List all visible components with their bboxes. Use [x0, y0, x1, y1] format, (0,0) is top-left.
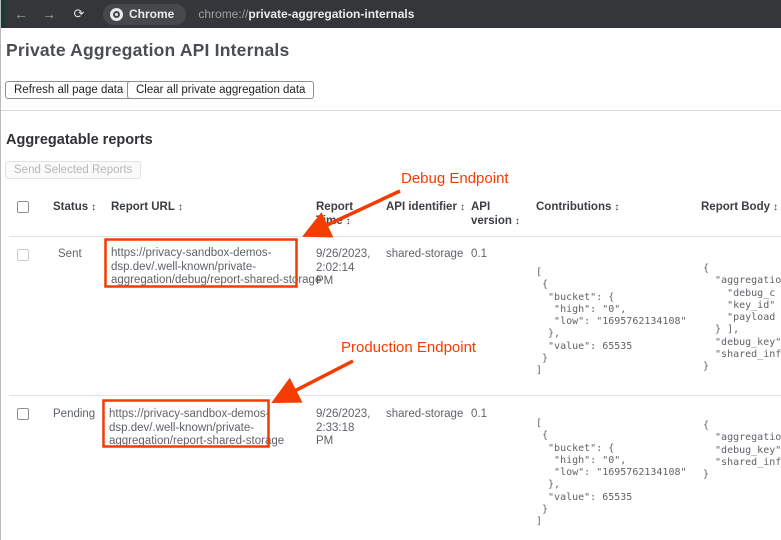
api-identifier-cell: shared-storage	[386, 248, 463, 262]
clear-data-button[interactable]: Clear all private aggregation data	[127, 81, 314, 99]
column-header-status[interactable]: Status↕	[53, 200, 103, 215]
back-icon[interactable]: ←	[9, 0, 33, 28]
report-time-cell: 9/26/2023, 2:02:14 PM	[316, 248, 370, 289]
address-bar[interactable]: chrome://private-aggregation-internals	[198, 7, 414, 21]
contributions-cell: [ { "bucket": { "high": "0", "low": "169…	[536, 418, 687, 529]
production-endpoint-label: Production Endpoint	[341, 339, 477, 356]
browser-toolbar: ← → ⟳ Chrome chrome://private-aggregatio…	[1, 0, 781, 28]
forward-icon[interactable]: →	[37, 0, 61, 28]
status-cell: Sent	[58, 248, 82, 262]
column-header-contributions[interactable]: Contributions↕	[536, 200, 646, 215]
refresh-all-button[interactable]: Refresh all page data	[5, 81, 132, 99]
column-header-api-version[interactable]: API version↕	[471, 200, 521, 229]
row-checkbox[interactable]	[17, 408, 29, 420]
page-title: Private Aggregation API Internals	[6, 40, 289, 61]
screen: ← → ⟳ Chrome chrome://private-aggregatio…	[0, 0, 781, 540]
column-header-report-url[interactable]: Report URL↕	[111, 200, 231, 215]
report-time-cell: 9/26/2023, 2:33:18 PM	[316, 408, 370, 449]
sort-icon[interactable]: ↕	[512, 216, 520, 227]
sort-icon[interactable]: ↕	[611, 202, 619, 213]
reload-icon[interactable]: ⟳	[67, 0, 91, 28]
status-cell: Pending	[53, 408, 95, 422]
chrome-logo-icon	[110, 8, 123, 21]
send-selected-reports-button[interactable]: Send Selected Reports	[5, 161, 141, 179]
select-all-checkbox[interactable]	[17, 201, 29, 213]
column-header-api-identifier[interactable]: API identifier↕	[386, 200, 476, 215]
production-endpoint-arrow	[279, 361, 353, 399]
header-divider	[9, 236, 781, 237]
column-header-report-body[interactable]: Report Body↕	[701, 200, 781, 215]
tab-label: Chrome	[129, 7, 174, 21]
report-body-cell: { "aggregatio "debug_c "key_id" "payload…	[703, 263, 781, 374]
row-checkbox[interactable]	[17, 249, 29, 261]
url-scheme: chrome://	[198, 7, 248, 21]
sort-icon[interactable]: ↕	[88, 202, 96, 213]
column-header-report-time[interactable]: Report Time↕	[316, 200, 364, 229]
contributions-cell: [ { "bucket": { "high": "0", "low": "169…	[536, 267, 687, 378]
api-identifier-cell: shared-storage	[386, 408, 463, 422]
sort-icon[interactable]: ↕	[175, 202, 183, 213]
section-divider	[1, 110, 781, 111]
report-body-cell: { "aggregatio "debug_key" "shared_inf }	[703, 420, 781, 481]
url-host: private-aggregation-internals	[248, 7, 414, 21]
sort-icon[interactable]: ↕	[770, 202, 778, 213]
report-url-cell: https://privacy-sandbox-demos- dsp.dev/.…	[109, 408, 284, 449]
debug-endpoint-label: Debug Endpoint	[401, 170, 509, 187]
window-edge-strip	[1, 0, 5, 28]
tab-chrome[interactable]: Chrome	[103, 4, 186, 25]
report-url-cell: https://privacy-sandbox-demos- dsp.dev/.…	[111, 247, 321, 288]
api-version-cell: 0.1	[471, 408, 487, 422]
aggregatable-reports-heading: Aggregatable reports	[6, 132, 153, 148]
row-divider	[9, 395, 781, 396]
api-version-cell: 0.1	[471, 248, 487, 262]
sort-icon[interactable]: ↕	[457, 202, 465, 213]
sort-icon[interactable]: ↕	[343, 216, 351, 227]
